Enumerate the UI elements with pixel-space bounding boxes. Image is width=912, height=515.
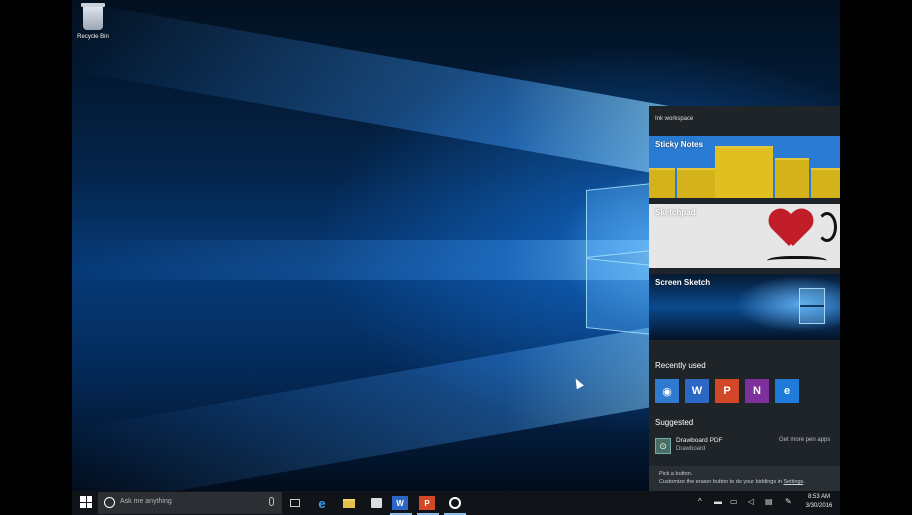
task-view-icon	[290, 499, 300, 507]
footer-text: Customize the eraser button to do your b…	[659, 479, 784, 485]
desktop-icon-recycle-bin[interactable]: Recycle Bin	[76, 3, 110, 40]
screen-thumbnail-logo	[799, 288, 825, 324]
windows-logo-icon	[80, 496, 86, 502]
cortana-icon	[104, 497, 115, 508]
drawboard-icon: ⊙	[655, 438, 671, 454]
tile-screen-sketch[interactable]: Screen Sketch	[649, 274, 840, 340]
battery-icon[interactable]: ▬	[714, 497, 722, 506]
ink-workspace-panel: Ink workspace Sticky Notes Sketchpad Scr…	[649, 106, 840, 491]
footer-line-2: Customize the eraser button to do your b…	[659, 479, 805, 485]
edge-icon: e	[318, 495, 326, 511]
recent-app-powerpoint[interactable]: P	[715, 379, 739, 403]
recent-app-ink[interactable]: ◉	[655, 379, 679, 403]
suggested-app-name: Drawboard PDF	[676, 437, 723, 444]
clock-date: 3/30/2016	[805, 503, 833, 509]
taskbar-store[interactable]	[367, 494, 385, 512]
recent-app-word[interactable]: W	[685, 379, 709, 403]
letterbox-left	[0, 0, 72, 515]
settings-link[interactable]: Settings	[783, 479, 803, 485]
clock-time: 8:53 AM	[807, 494, 830, 500]
sticky-note-shape	[775, 158, 809, 198]
wallpaper-light-beam	[72, 0, 692, 180]
taskbar: Ask me anything e W P ^ ▬ ▭ ◁ ▤ ✎ 8:53 A…	[72, 491, 840, 515]
recent-app-edge[interactable]: e	[775, 379, 799, 403]
suggested-heading: Suggested	[655, 418, 694, 427]
word-icon: W	[396, 498, 404, 508]
panel-footer: Pick a button. Customize the eraser butt…	[649, 466, 840, 491]
start-button[interactable]	[80, 496, 92, 508]
footer-line-1: Pick a button.	[659, 471, 693, 477]
sticky-note-shape	[649, 168, 675, 198]
tile-label: Sketchpad	[655, 208, 696, 217]
heart-drawing	[769, 210, 813, 248]
ink-app-icon	[449, 497, 461, 509]
recent-app-onenote[interactable]: N	[745, 379, 769, 403]
powerpoint-icon: P	[424, 498, 430, 508]
wallpaper-light-beam	[72, 320, 692, 491]
system-clock[interactable]: 8:53 AM 3/30/2016	[802, 493, 836, 511]
recently-used-heading: Recently used	[655, 361, 706, 370]
taskbar-word[interactable]: W	[392, 496, 408, 510]
word-icon: W	[691, 385, 703, 397]
recycle-bin-icon	[81, 3, 105, 30]
desktop-icon-label: Recycle Bin	[77, 34, 109, 40]
scribble-drawing	[767, 256, 827, 268]
footer-text-end: .	[803, 479, 805, 485]
network-icon[interactable]: ▭	[730, 497, 738, 506]
windows-ink-pen-icon[interactable]: ✎	[785, 497, 792, 506]
taskbar-powerpoint[interactable]: P	[419, 496, 435, 510]
powerpoint-icon: P	[723, 385, 731, 397]
tile-sticky-notes[interactable]: Sticky Notes	[649, 136, 840, 198]
taskbar-file-explorer[interactable]	[340, 494, 358, 512]
task-view-button[interactable]	[286, 494, 304, 512]
taskbar-edge[interactable]: e	[313, 494, 331, 512]
microphone-icon[interactable]	[269, 497, 274, 506]
action-center-icon[interactable]: ▤	[765, 497, 773, 506]
recently-used-list: ◉ W P N e	[655, 379, 799, 403]
onenote-icon: N	[753, 385, 761, 397]
letterbox-right	[840, 0, 912, 515]
show-hidden-icons-chevron-icon[interactable]: ^	[698, 497, 702, 506]
folder-icon	[343, 498, 355, 508]
taskbar-ink-app[interactable]	[446, 494, 464, 512]
sticky-note-shape	[811, 168, 840, 198]
tile-label: Screen Sketch	[655, 278, 711, 287]
ink-app-icon: ◉	[662, 385, 672, 398]
tile-sketchpad[interactable]: Sketchpad	[649, 204, 840, 268]
edge-icon: e	[783, 385, 791, 397]
suggested-app-item[interactable]: ⊙ Drawboard PDF Drawboard Get more pen a…	[655, 436, 835, 456]
suggested-app-publisher: Drawboard	[676, 446, 706, 452]
sticky-note-shape	[715, 146, 773, 198]
sticky-note-shape	[677, 168, 715, 198]
swirl-drawing	[817, 212, 837, 242]
tile-label: Sticky Notes	[655, 140, 704, 149]
get-more-pen-apps-link[interactable]: Get more pen apps	[779, 437, 830, 443]
volume-icon[interactable]: ◁	[748, 497, 754, 506]
store-bag-icon	[370, 498, 382, 508]
search-placeholder: Ask me anything	[120, 498, 172, 505]
cortana-search-box[interactable]: Ask me anything	[98, 492, 282, 514]
panel-title: Ink workspace	[655, 116, 694, 122]
